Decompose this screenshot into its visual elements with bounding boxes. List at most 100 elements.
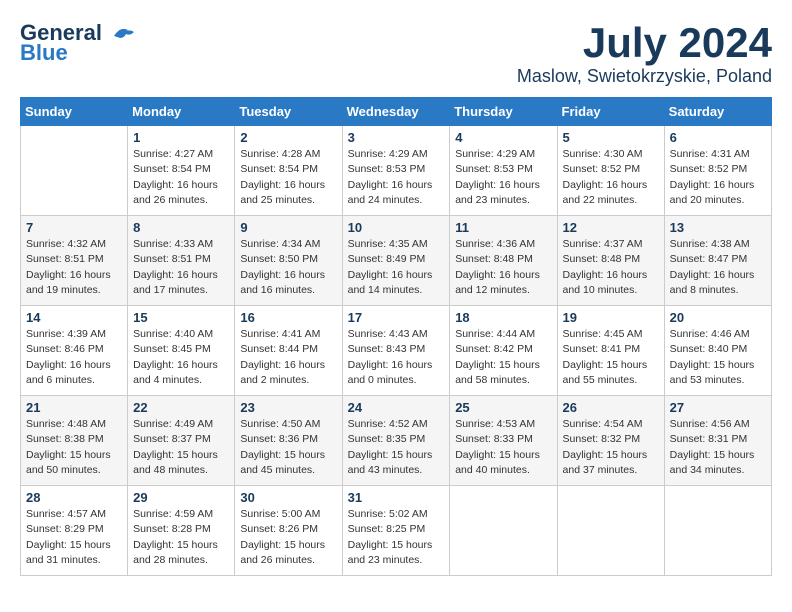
weekday-header-wednesday: Wednesday [342, 98, 450, 126]
day-number: 21 [26, 400, 122, 415]
day-info: Sunrise: 4:41 AMSunset: 8:44 PMDaylight:… [240, 327, 336, 388]
day-info: Sunrise: 4:56 AMSunset: 8:31 PMDaylight:… [670, 417, 766, 478]
calendar-week-row: 7 Sunrise: 4:32 AMSunset: 8:51 PMDaylight… [21, 216, 772, 306]
day-info: Sunrise: 4:48 AMSunset: 8:38 PMDaylight:… [26, 417, 122, 478]
calendar-week-row: 21 Sunrise: 4:48 AMSunset: 8:38 PMDayligh… [21, 396, 772, 486]
calendar-cell: 22 Sunrise: 4:49 AMSunset: 8:37 PMDayligh… [128, 396, 235, 486]
calendar-cell: 11 Sunrise: 4:36 AMSunset: 8:48 PMDayligh… [450, 216, 557, 306]
calendar-cell [21, 126, 128, 216]
day-number: 2 [240, 130, 336, 145]
weekday-header-tuesday: Tuesday [235, 98, 342, 126]
calendar-cell [450, 486, 557, 576]
day-info: Sunrise: 4:50 AMSunset: 8:36 PMDaylight:… [240, 417, 336, 478]
day-info: Sunrise: 4:34 AMSunset: 8:50 PMDaylight:… [240, 237, 336, 298]
day-number: 10 [348, 220, 445, 235]
calendar-cell: 9Sunrise: 4:34 AMSunset: 8:50 PMDaylight… [235, 216, 342, 306]
day-number: 1 [133, 130, 229, 145]
day-info: Sunrise: 4:45 AMSunset: 8:41 PMDaylight:… [563, 327, 659, 388]
day-info: Sunrise: 4:37 AMSunset: 8:48 PMDaylight:… [563, 237, 659, 298]
day-info: Sunrise: 4:30 AMSunset: 8:52 PMDaylight:… [563, 147, 659, 208]
calendar-cell: 8 Sunrise: 4:33 AMSunset: 8:51 PMDaylight… [128, 216, 235, 306]
weekday-header-thursday: Thursday [450, 98, 557, 126]
calendar-cell: 24 Sunrise: 4:52 AMSunset: 8:35 PMDayligh… [342, 396, 450, 486]
calendar-week-row: 28 Sunrise: 4:57 AMSunset: 8:29 PMDayligh… [21, 486, 772, 576]
day-number: 4 [455, 130, 551, 145]
calendar-table: SundayMondayTuesdayWednesdayThursdayFrid… [20, 97, 772, 576]
day-info: Sunrise: 4:29 AMSunset: 8:53 PMDaylight:… [455, 147, 551, 208]
day-number: 14 [26, 310, 122, 325]
calendar-week-row: 1Sunrise: 4:27 AMSunset: 8:54 PMDaylight… [21, 126, 772, 216]
day-info: Sunrise: 4:44 AMSunset: 8:42 PMDaylight:… [455, 327, 551, 388]
calendar-cell: 13 Sunrise: 4:38 AMSunset: 8:47 PMDayligh… [664, 216, 771, 306]
day-info: Sunrise: 4:40 AMSunset: 8:45 PMDaylight:… [133, 327, 229, 388]
day-number: 28 [26, 490, 122, 505]
day-info: Sunrise: 4:53 AMSunset: 8:33 PMDaylight:… [455, 417, 551, 478]
calendar-cell: 30Sunrise: 5:00 AMSunset: 8:26 PMDayligh… [235, 486, 342, 576]
day-info: Sunrise: 4:36 AMSunset: 8:48 PMDaylight:… [455, 237, 551, 298]
day-info: Sunrise: 4:39 AMSunset: 8:46 PMDaylight:… [26, 327, 122, 388]
calendar-cell [557, 486, 664, 576]
day-number: 5 [563, 130, 659, 145]
page-header: General Blue July 2024 Maslow, Swietokrz… [20, 20, 772, 87]
calendar-cell: 21 Sunrise: 4:48 AMSunset: 8:38 PMDayligh… [21, 396, 128, 486]
weekday-header-sunday: Sunday [21, 98, 128, 126]
calendar-cell: 27Sunrise: 4:56 AMSunset: 8:31 PMDayligh… [664, 396, 771, 486]
day-info: Sunrise: 4:32 AMSunset: 8:51 PMDaylight:… [26, 237, 122, 298]
day-number: 13 [670, 220, 766, 235]
month-year-title: July 2024 [517, 20, 772, 66]
day-info: Sunrise: 4:43 AMSunset: 8:43 PMDaylight:… [348, 327, 445, 388]
calendar-cell: 6 Sunrise: 4:31 AMSunset: 8:52 PMDaylight… [664, 126, 771, 216]
calendar-cell: 10 Sunrise: 4:35 AMSunset: 8:49 PMDayligh… [342, 216, 450, 306]
calendar-cell: 16Sunrise: 4:41 AMSunset: 8:44 PMDayligh… [235, 306, 342, 396]
calendar-cell [664, 486, 771, 576]
calendar-cell: 1Sunrise: 4:27 AMSunset: 8:54 PMDaylight… [128, 126, 235, 216]
calendar-cell: 12 Sunrise: 4:37 AMSunset: 8:48 PMDayligh… [557, 216, 664, 306]
day-number: 3 [348, 130, 445, 145]
weekday-header-friday: Friday [557, 98, 664, 126]
day-number: 24 [348, 400, 445, 415]
day-info: Sunrise: 4:57 AMSunset: 8:29 PMDaylight:… [26, 507, 122, 568]
calendar-cell: 18 Sunrise: 4:44 AMSunset: 8:42 PMDayligh… [450, 306, 557, 396]
calendar-cell: 2Sunrise: 4:28 AMSunset: 8:54 PMDaylight… [235, 126, 342, 216]
day-info: Sunrise: 4:38 AMSunset: 8:47 PMDaylight:… [670, 237, 766, 298]
calendar-cell: 28 Sunrise: 4:57 AMSunset: 8:29 PMDayligh… [21, 486, 128, 576]
day-info: Sunrise: 4:33 AMSunset: 8:51 PMDaylight:… [133, 237, 229, 298]
calendar-cell: 26 Sunrise: 4:54 AMSunset: 8:32 PMDayligh… [557, 396, 664, 486]
day-number: 22 [133, 400, 229, 415]
title-block: July 2024 Maslow, Swietokrzyskie, Poland [517, 20, 772, 87]
day-number: 19 [563, 310, 659, 325]
calendar-cell: 7 Sunrise: 4:32 AMSunset: 8:51 PMDaylight… [21, 216, 128, 306]
day-info: Sunrise: 4:52 AMSunset: 8:35 PMDaylight:… [348, 417, 445, 478]
calendar-cell: 3Sunrise: 4:29 AMSunset: 8:53 PMDaylight… [342, 126, 450, 216]
day-number: 26 [563, 400, 659, 415]
day-info: Sunrise: 4:49 AMSunset: 8:37 PMDaylight:… [133, 417, 229, 478]
day-number: 7 [26, 220, 122, 235]
day-number: 8 [133, 220, 229, 235]
calendar-cell: 31 Sunrise: 5:02 AMSunset: 8:25 PMDayligh… [342, 486, 450, 576]
day-info: Sunrise: 4:31 AMSunset: 8:52 PMDaylight:… [670, 147, 766, 208]
calendar-cell: 23Sunrise: 4:50 AMSunset: 8:36 PMDayligh… [235, 396, 342, 486]
day-info: Sunrise: 5:02 AMSunset: 8:25 PMDaylight:… [348, 507, 445, 568]
day-number: 15 [133, 310, 229, 325]
day-number: 25 [455, 400, 551, 415]
day-number: 12 [563, 220, 659, 235]
day-info: Sunrise: 4:59 AMSunset: 8:28 PMDaylight:… [133, 507, 229, 568]
calendar-cell: 19 Sunrise: 4:45 AMSunset: 8:41 PMDayligh… [557, 306, 664, 396]
logo: General Blue [20, 20, 138, 66]
weekday-header-row: SundayMondayTuesdayWednesdayThursdayFrid… [21, 98, 772, 126]
calendar-cell: 17 Sunrise: 4:43 AMSunset: 8:43 PMDayligh… [342, 306, 450, 396]
location-subtitle: Maslow, Swietokrzyskie, Poland [517, 66, 772, 87]
day-info: Sunrise: 4:35 AMSunset: 8:49 PMDaylight:… [348, 237, 445, 298]
day-number: 17 [348, 310, 445, 325]
calendar-cell: 15 Sunrise: 4:40 AMSunset: 8:45 PMDayligh… [128, 306, 235, 396]
day-number: 30 [240, 490, 336, 505]
day-number: 11 [455, 220, 551, 235]
day-number: 18 [455, 310, 551, 325]
calendar-cell: 25 Sunrise: 4:53 AMSunset: 8:33 PMDayligh… [450, 396, 557, 486]
day-info: Sunrise: 4:54 AMSunset: 8:32 PMDaylight:… [563, 417, 659, 478]
calendar-cell: 29Sunrise: 4:59 AMSunset: 8:28 PMDayligh… [128, 486, 235, 576]
weekday-header-monday: Monday [128, 98, 235, 126]
day-number: 6 [670, 130, 766, 145]
day-number: 31 [348, 490, 445, 505]
weekday-header-saturday: Saturday [664, 98, 771, 126]
